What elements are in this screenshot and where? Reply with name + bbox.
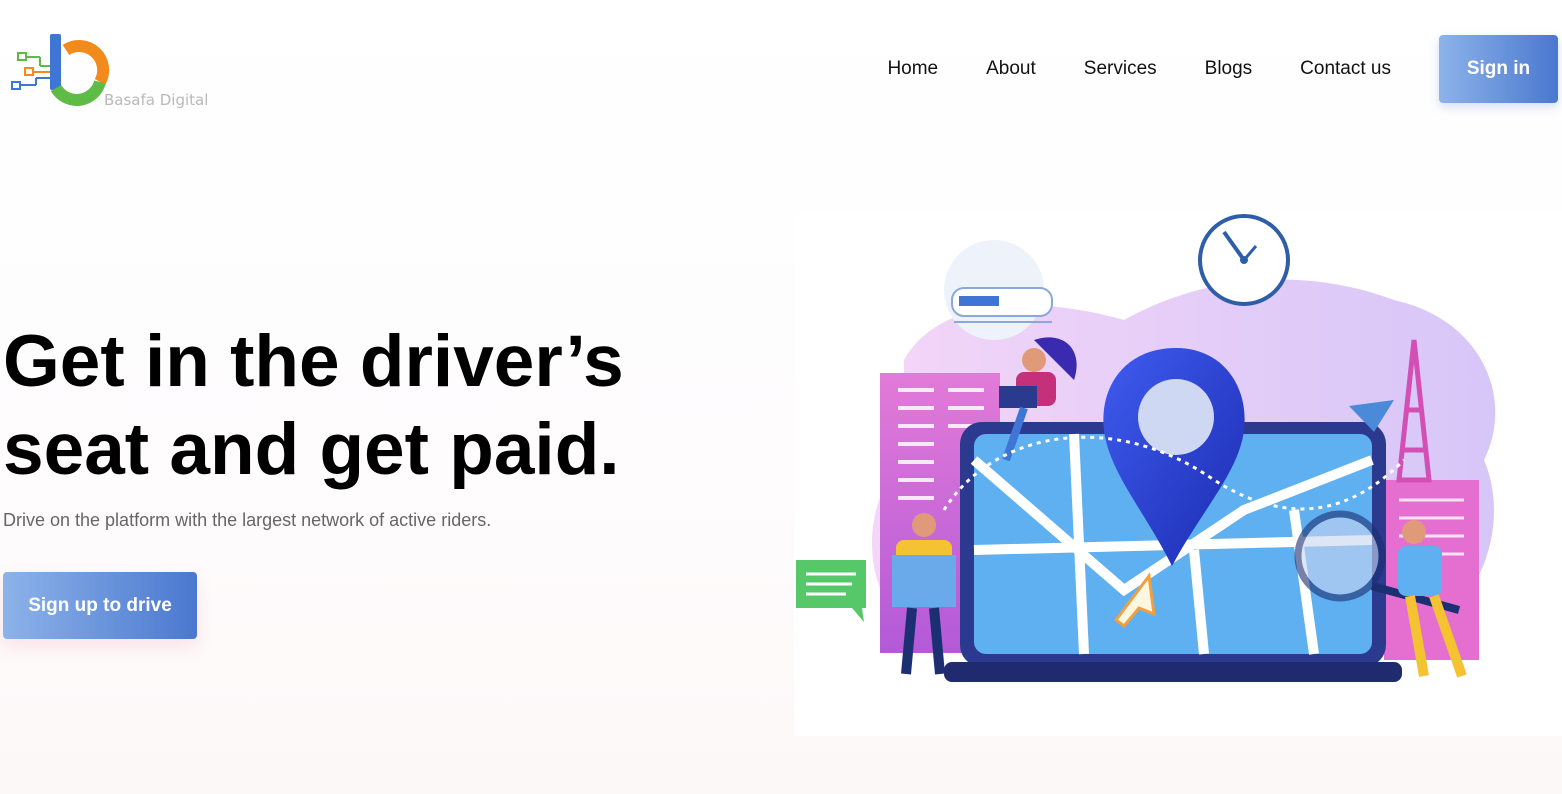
brand-name: Basafa Digital [104, 91, 209, 109]
signin-button[interactable]: Sign in [1439, 35, 1558, 103]
nav-link-contact[interactable]: Contact us [1300, 58, 1391, 80]
clock-icon [1198, 214, 1290, 306]
hero-title: Get in the driver’s seat and get paid. [3, 321, 624, 490]
hero-subtitle: Drive on the platform with the largest n… [3, 510, 492, 530]
signup-to-drive-button[interactable]: Sign up to drive [3, 572, 197, 639]
nav-link-services[interactable]: Services [1084, 58, 1157, 80]
nav-link-home[interactable]: Home [887, 58, 938, 80]
main-nav: Home About Services Blogs Contact us Sig… [887, 35, 1558, 103]
brand-logo[interactable]: Basafa Digital [10, 30, 210, 112]
nav-link-about[interactable]: About [986, 58, 1036, 80]
nav-link-blogs[interactable]: Blogs [1205, 58, 1253, 80]
hero-illustration [794, 210, 1562, 736]
